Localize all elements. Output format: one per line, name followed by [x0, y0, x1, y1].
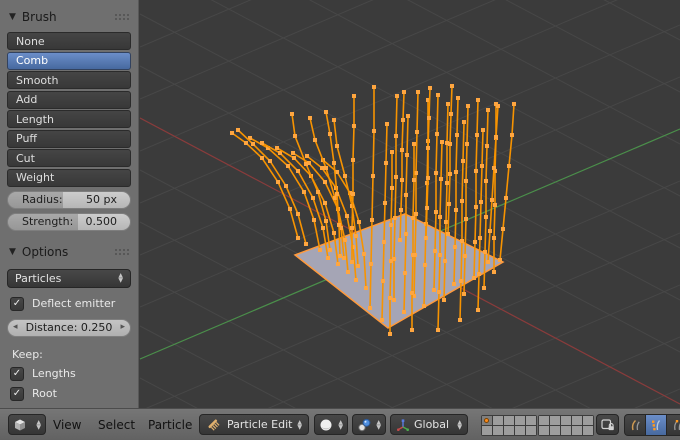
brush-panel-header[interactable]: ▼ Brush	[0, 8, 138, 25]
brush-puff-button[interactable]: Puff	[7, 129, 131, 148]
updown-arrows-icon: ▲ ▼	[36, 418, 41, 431]
lock-to-scene-button[interactable]	[596, 414, 619, 435]
panel-grip-icon[interactable]	[114, 12, 129, 21]
distance-label: Distance:	[25, 321, 78, 334]
panel-grip-icon[interactable]	[114, 248, 129, 256]
comb-icon	[208, 419, 220, 431]
particle-menu[interactable]: Particle	[148, 409, 192, 440]
layer-cell[interactable]	[583, 426, 593, 435]
brush-cut-button[interactable]: Cut	[7, 149, 131, 167]
emitter-plane[interactable]	[293, 213, 505, 329]
lock-icon	[601, 419, 614, 431]
updown-arrows-icon: ▲ ▼	[457, 418, 462, 431]
strength-slider[interactable]: Strength: 0.500	[7, 212, 131, 231]
deflect-emitter-checkbox[interactable]: ✓	[10, 296, 24, 311]
radius-slider[interactable]: Radius: 50 px	[7, 190, 131, 209]
layer-cell[interactable]	[572, 426, 582, 435]
grid-lines	[139, 0, 680, 408]
brush-length-button[interactable]: Length	[7, 110, 131, 128]
brush-smooth-button[interactable]: Smooth	[7, 71, 131, 89]
layers-widget-left	[481, 415, 537, 436]
pivot-point-dropdown[interactable]: ▲ ▼	[352, 414, 386, 435]
decrement-arrow-icon[interactable]: ◂	[13, 322, 18, 332]
pivot-point-icon	[358, 418, 371, 431]
updown-arrows-icon: ▲ ▼	[376, 418, 381, 431]
path-edit-mode-button[interactable]	[625, 415, 645, 435]
header-bar: ▲ ▼ View Select Particle Particle Edit ▲ ▼…	[0, 408, 680, 440]
orientation-dropdown-value: Global	[414, 418, 450, 431]
layer-cell[interactable]	[550, 426, 560, 435]
layer-cell[interactable]	[539, 416, 549, 425]
layer-cell[interactable]	[482, 416, 492, 425]
collapse-triangle-icon[interactable]: ▼	[9, 12, 16, 22]
particle-select-mode-group	[624, 414, 680, 436]
particles-dropdown[interactable]: Particles ▲ ▼	[7, 268, 131, 288]
layer-cell[interactable]	[526, 426, 536, 435]
mode-dropdown[interactable]: Particle Edit ▲ ▼	[199, 414, 309, 435]
updown-arrows-icon: ▲ ▼	[297, 418, 302, 431]
options-panel-header[interactable]: ▼ Options	[0, 244, 138, 261]
point-select-icon	[652, 420, 661, 431]
axis-manipulator-icon	[397, 418, 409, 431]
layer-cell[interactable]	[515, 416, 525, 425]
brush-weight-button[interactable]: Weight	[7, 168, 131, 187]
options-panel-title: Options	[21, 245, 69, 259]
layer-cell[interactable]	[515, 426, 525, 435]
editor-type-dropdown[interactable]: ▲ ▼	[8, 414, 46, 435]
brush-add-button[interactable]: Add	[7, 90, 131, 109]
layer-cell[interactable]	[572, 416, 582, 425]
brush-comb-button[interactable]: Comb	[7, 51, 131, 70]
layer-cell[interactable]	[482, 426, 492, 435]
distance-value: 0.250	[80, 321, 113, 334]
viewport-shading-dropdown[interactable]: ▲ ▼	[314, 414, 348, 435]
tip-select-mode-button[interactable]	[667, 415, 680, 435]
layer-cell[interactable]	[539, 426, 549, 435]
layer-cell[interactable]	[504, 426, 514, 435]
deflect-emitter-row: ✓ Deflect emitter	[10, 296, 128, 311]
layer-cell[interactable]	[561, 426, 571, 435]
increment-arrow-icon[interactable]: ▸	[120, 322, 125, 332]
distance-field[interactable]: ◂ Distance: 0.250 ▸	[7, 318, 131, 337]
collapse-triangle-icon[interactable]: ▼	[9, 247, 16, 257]
lengths-label: Lengths	[32, 367, 76, 380]
layer-cell[interactable]	[583, 416, 593, 425]
strength-label: Strength:	[22, 215, 74, 228]
active-layer-dot-icon	[484, 418, 489, 423]
layer-cell[interactable]	[504, 416, 514, 425]
tool-shelf: ▼ Brush None Comb Smooth Add Length Puff…	[0, 0, 139, 408]
orientation-dropdown[interactable]: Global ▲ ▼	[390, 414, 468, 435]
keep-lengths-row: ✓ Lengths	[10, 366, 128, 381]
shading-sphere-icon	[320, 419, 332, 430]
root-checkbox[interactable]: ✓	[10, 386, 24, 401]
strength-value: 0.500	[85, 215, 118, 228]
path-edit-icon	[631, 419, 640, 431]
keep-label: Keep:	[12, 347, 43, 361]
radius-label: Radius:	[22, 193, 63, 206]
select-menu[interactable]: Select	[98, 409, 135, 440]
layer-cell[interactable]	[561, 416, 571, 425]
updown-arrows-icon: ▲ ▼	[338, 418, 343, 431]
brush-button-list: None Comb Smooth Add Length Puff Cut Wei…	[7, 32, 131, 187]
root-label: Root	[32, 387, 57, 400]
lengths-checkbox[interactable]: ✓	[10, 366, 24, 381]
view-menu[interactable]: View	[53, 409, 81, 440]
tip-select-icon	[674, 420, 680, 431]
brush-panel-title: Brush	[21, 9, 57, 24]
updown-arrows-icon: ▲ ▼	[118, 272, 123, 284]
3d-view-editor-icon	[15, 419, 25, 430]
layer-cell[interactable]	[550, 416, 560, 425]
brush-none-button[interactable]: None	[7, 32, 131, 50]
particles-dropdown-value: Particles	[15, 271, 62, 285]
radius-value: 50 px	[86, 193, 117, 206]
mode-dropdown-value: Particle Edit	[227, 418, 293, 431]
deflect-emitter-label: Deflect emitter	[32, 297, 116, 310]
keep-root-row: ✓ Root	[10, 386, 128, 401]
layer-cell[interactable]	[493, 426, 503, 435]
point-select-mode-button[interactable]	[646, 415, 666, 435]
layers-widget-right	[538, 415, 594, 436]
layer-cell[interactable]	[526, 416, 536, 425]
layer-cell[interactable]	[493, 416, 503, 425]
